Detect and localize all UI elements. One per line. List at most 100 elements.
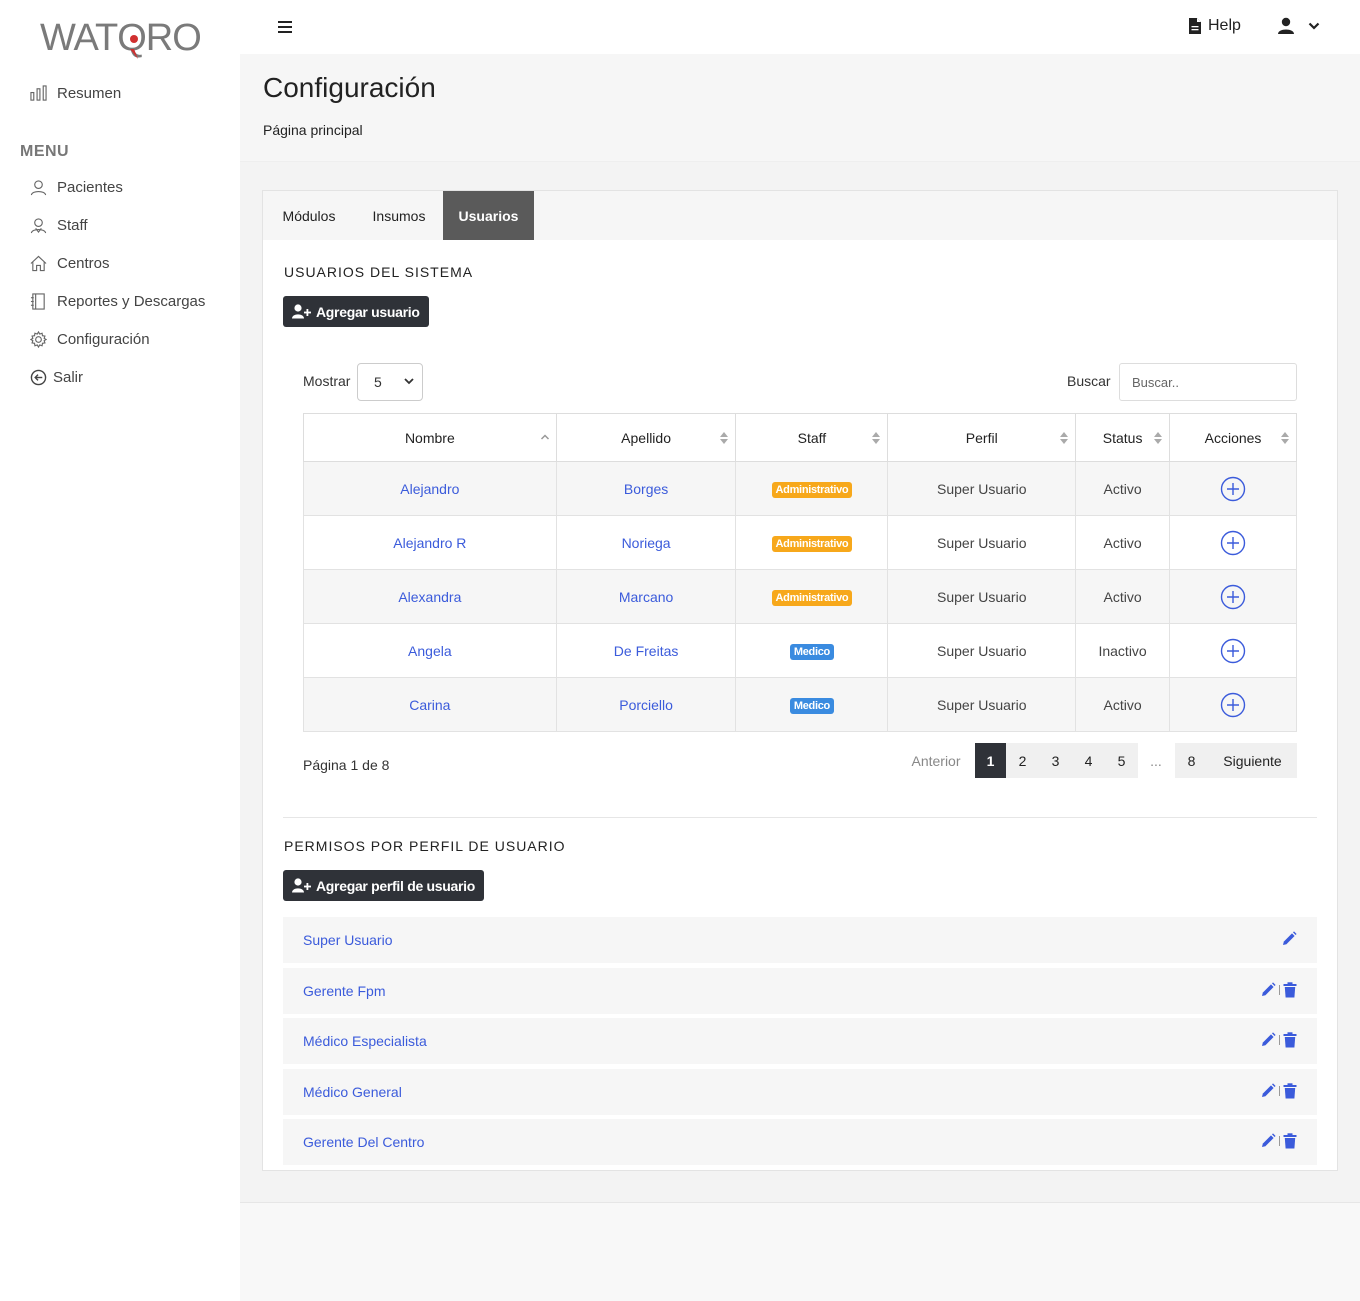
status-cell: Activo (1075, 677, 1171, 732)
column-header-label: Acciones (1204, 429, 1262, 446)
perfil-cell: Super Usuario (887, 569, 1077, 624)
plus-circle-icon[interactable] (1220, 584, 1246, 610)
profile-actions (1281, 931, 1297, 947)
user-last-name-link[interactable]: Noriega (622, 535, 671, 551)
pagination-page-4[interactable]: 4 (1072, 743, 1105, 778)
document-icon (1189, 18, 1201, 34)
user-first-name-link[interactable]: Carina (409, 697, 450, 713)
user-first-name-link[interactable]: Angela (408, 643, 452, 659)
pencil-icon[interactable] (1281, 931, 1297, 947)
table-row: Alejandro R Noriega Administrativo Super… (303, 515, 1297, 570)
user-plus-icon (292, 878, 311, 893)
add-profile-label: Agregar perfil de usuario (316, 877, 475, 894)
user-last-name-link[interactable]: De Freitas (614, 643, 679, 659)
user-avatar-icon (1278, 17, 1294, 34)
trash-icon[interactable] (1283, 1133, 1297, 1149)
plus-circle-icon[interactable] (1220, 530, 1246, 556)
trash-icon[interactable] (1283, 1083, 1297, 1099)
user-last-name-link[interactable]: Borges (624, 481, 668, 497)
perfil-cell: Super Usuario (887, 623, 1077, 678)
user-first-name-link[interactable]: Alejandro (400, 481, 459, 497)
users-table: Nombre Apellido Staff Perfil Status Acci… (303, 413, 1297, 732)
column-header-acciones[interactable]: Acciones (1169, 413, 1297, 462)
pagination-next[interactable]: Siguiente (1208, 743, 1297, 778)
plus-circle-icon[interactable] (1220, 692, 1246, 718)
pagination-prev[interactable]: Anterior (903, 743, 969, 778)
add-user-button[interactable]: Agregar usuario (283, 296, 429, 327)
pagination-page-1[interactable]: 1 (975, 743, 1006, 778)
add-user-label: Agregar usuario (316, 303, 420, 320)
user-first-name-link[interactable]: Alexandra (398, 589, 461, 605)
profile-name-link[interactable]: Médico General (303, 1084, 402, 1100)
plus-circle-icon[interactable] (1220, 476, 1246, 502)
action-separator (1279, 985, 1280, 995)
action-separator (1279, 1035, 1280, 1045)
staff-icon (30, 217, 47, 233)
help-button[interactable]: Help (1188, 17, 1241, 35)
profile-name-link[interactable]: Super Usuario (303, 932, 393, 948)
user-last-name-link[interactable]: Marcano (619, 589, 673, 605)
pagination-page-8[interactable]: 8 (1175, 743, 1208, 778)
show-entries-value: 5 (374, 374, 382, 390)
status-cell: Activo (1075, 461, 1171, 516)
sidebar-item-configuracion[interactable]: Configuración (30, 327, 150, 351)
gear-icon (30, 330, 47, 348)
hamburger-menu-icon[interactable] (278, 17, 294, 37)
column-header-label: Staff (797, 429, 827, 446)
sidebar-item-salir[interactable]: Salir (30, 365, 83, 389)
tabs-bar: Módulos Insumos Usuarios (263, 191, 1337, 240)
profile-row: Médico Especialista (283, 1018, 1317, 1064)
sort-asc-icon (540, 434, 549, 440)
sidebar: WATQRO Resumen MENU Pacientes Staff Cent… (0, 0, 240, 1301)
column-header-nombre[interactable]: Nombre (303, 413, 557, 462)
pagination-page-2[interactable]: 2 (1006, 743, 1039, 778)
user-plus-icon (292, 304, 311, 319)
sidebar-item-label: Pacientes (57, 178, 123, 196)
pagination-ellipsis: ... (1150, 752, 1162, 769)
trash-icon[interactable] (1283, 1032, 1297, 1048)
sidebar-item-label: Reportes y Descargas (57, 292, 206, 310)
tab-usuarios[interactable]: Usuarios (443, 191, 534, 240)
profile-actions (1260, 1083, 1297, 1099)
column-header-perfil[interactable]: Perfil (887, 413, 1077, 462)
profile-name-link[interactable]: Médico Especialista (303, 1033, 427, 1049)
sidebar-item-staff[interactable]: Staff (30, 213, 88, 237)
column-header-apellido[interactable]: Apellido (555, 413, 737, 462)
tab-insumos[interactable]: Insumos (355, 191, 443, 240)
user-first-name-link[interactable]: Alejandro R (393, 535, 466, 551)
help-label: Help (1208, 17, 1241, 34)
pencil-icon[interactable] (1260, 1083, 1276, 1099)
staff-badge: Administrativo (771, 481, 853, 498)
search-input[interactable] (1119, 363, 1297, 401)
column-header-label: Status (1102, 429, 1143, 446)
staff-badge: Medico (789, 697, 834, 714)
staff-badge: Administrativo (771, 589, 853, 606)
trash-icon[interactable] (1283, 982, 1297, 998)
pencil-icon[interactable] (1260, 1133, 1276, 1149)
profile-actions (1260, 982, 1297, 998)
column-header-label: Perfil (965, 429, 998, 446)
watoro-logo[interactable]: WATQRO (40, 14, 200, 62)
column-header-staff[interactable]: Staff (735, 413, 889, 462)
profile-name-link[interactable]: Gerente Fpm (303, 983, 385, 999)
plus-circle-icon[interactable] (1220, 638, 1246, 664)
pagination-page-3[interactable]: 3 (1039, 743, 1072, 778)
sidebar-item-centros[interactable]: Centros (30, 251, 110, 275)
user-last-name-link[interactable]: Porciello (619, 697, 673, 713)
column-header-status[interactable]: Status (1075, 413, 1171, 462)
pencil-icon[interactable] (1260, 982, 1276, 998)
pencil-icon[interactable] (1260, 1032, 1276, 1048)
users-section-title: USUARIOS DEL SISTEMA (284, 264, 474, 280)
breadcrumb[interactable]: Página principal (263, 122, 363, 138)
add-profile-button[interactable]: Agregar perfil de usuario (283, 870, 484, 901)
user-menu[interactable] (1278, 17, 1320, 35)
pagination-page-5[interactable]: 5 (1105, 743, 1138, 778)
sidebar-item-label: Configuración (57, 330, 150, 348)
status-cell: Inactivo (1075, 623, 1171, 678)
profile-name-link[interactable]: Gerente Del Centro (303, 1134, 424, 1150)
tab-modulos[interactable]: Módulos (263, 191, 355, 240)
sidebar-item-pacientes[interactable]: Pacientes (30, 175, 123, 199)
sidebar-item-resumen[interactable]: Resumen (30, 81, 121, 105)
sidebar-item-reportes[interactable]: Reportes y Descargas (30, 289, 205, 313)
show-entries-select[interactable]: 5 (357, 363, 423, 401)
